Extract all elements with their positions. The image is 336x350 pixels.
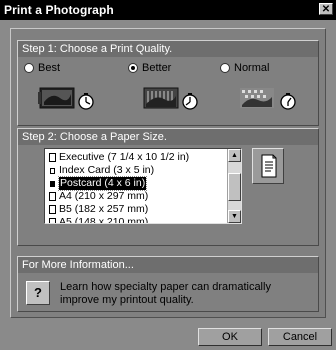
dialog-title: Print a Photograph [4, 3, 114, 17]
scroll-thumb[interactable] [228, 173, 241, 201]
print-quality-options: Best Better Normal [18, 62, 318, 76]
paper-size-list: Executive (7 1/4 x 10 1/2 in) Index Card… [45, 149, 227, 223]
radio-dot[interactable] [220, 63, 230, 73]
list-item[interactable]: Index Card (3 x 5 in) [45, 164, 227, 177]
print-quality-header: Step 1: Choose a Print Quality. [18, 41, 318, 57]
radio-dot[interactable] [24, 63, 34, 73]
paper-size-listbox[interactable]: Executive (7 1/4 x 10 1/2 in) Index Card… [44, 148, 242, 224]
small-card-icon [50, 167, 55, 174]
quality-normal-radio[interactable]: Normal [220, 62, 269, 74]
list-item[interactable]: A5 (148 x 210 mm) [45, 216, 227, 223]
ok-button[interactable]: OK [198, 328, 262, 346]
best-quality-icon [38, 87, 94, 110]
help-button[interactable]: ? [26, 281, 50, 305]
page-icon [49, 153, 56, 162]
paper-preview [252, 148, 284, 184]
print-photo-dialog: Print a Photograph ✕ Step 1: Choose a Pr… [0, 0, 336, 350]
more-info-group: For More Information... ? Learn how spec… [17, 256, 319, 312]
list-item[interactable]: A4 (210 x 297 mm) [45, 190, 227, 203]
quality-best-label: Best [38, 62, 61, 74]
more-info-header: For More Information... [18, 257, 318, 273]
paper-size-group: Step 2: Choose a Paper Size. Executive (… [17, 128, 319, 246]
print-quality-group: Step 1: Choose a Print Quality. Best Bet… [17, 40, 319, 126]
more-info-row: ? Learn how specialty paper can dramatic… [26, 281, 312, 311]
list-item-selected[interactable]: Postcard (4 x 6 in) [45, 176, 227, 191]
quality-normal-label: Normal [234, 62, 270, 74]
postcard-icon [50, 180, 55, 187]
quality-better-radio[interactable]: Better [128, 62, 171, 74]
better-quality-icon [143, 87, 198, 110]
list-scrollbar[interactable]: ▲ ▼ [227, 149, 241, 223]
paper-preview-icon [261, 154, 277, 178]
list-item[interactable]: B5 (182 x 257 mm) [45, 203, 227, 216]
page-icon [49, 205, 56, 214]
scroll-up-icon[interactable]: ▲ [228, 149, 241, 162]
close-icon[interactable]: ✕ [319, 3, 333, 15]
scroll-down-icon[interactable]: ▼ [228, 210, 241, 223]
quality-better-label: Better [142, 62, 172, 74]
page-icon [49, 218, 56, 223]
normal-quality-icon [240, 88, 296, 110]
cancel-button[interactable]: Cancel [268, 328, 332, 346]
title-bar: Print a Photograph ✕ [0, 0, 336, 20]
quality-best-radio[interactable]: Best [24, 62, 60, 74]
paper-size-header: Step 2: Choose a Paper Size. [18, 129, 318, 145]
list-item[interactable]: Executive (7 1/4 x 10 1/2 in) [45, 151, 227, 164]
help-text: Learn how specialty paper can dramatical… [60, 281, 271, 306]
page-icon [49, 192, 56, 201]
radio-dot-selected[interactable] [128, 63, 138, 73]
